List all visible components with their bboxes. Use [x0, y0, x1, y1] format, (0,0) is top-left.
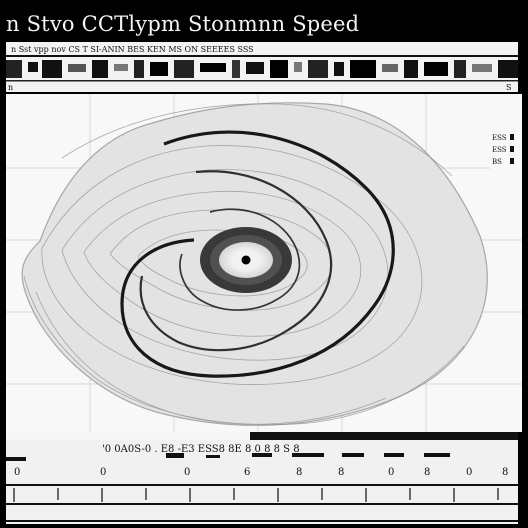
toolbar-right-label: S — [506, 83, 511, 92]
scale-label-4: 6 — [244, 467, 250, 478]
side-item-3: BS — [492, 158, 502, 166]
scale-label-6: 8 — [338, 467, 344, 478]
bottom-scale-panel: '0 0A0S-0 . E8 -E3 ESS8 8E 8 0 8 8 S 8 0… — [6, 432, 518, 524]
side-data-panel[interactable]: ESS ESS BS — [490, 130, 522, 180]
scale-label-2: 0 — [100, 467, 106, 478]
scale-label-8: 8 — [424, 467, 430, 478]
toolbar-header-text: n Sst vpp nov CS T SI-ANIN BES KEN MS ON… — [11, 45, 254, 54]
toolbar-graphics: n Sst vpp nov CS T SI-ANIN BES KEN MS ON… — [6, 42, 518, 92]
side-item-2: ESS — [492, 146, 507, 154]
side-panel-graphics: ESS ESS BS — [490, 130, 522, 180]
scale-label-1: 0 — [14, 467, 20, 478]
bottom-scale-graphics: '0 0A0S-0 . E8 -E3 ESS8 8E 8 0 8 8 S 8 0… — [6, 432, 518, 524]
app-window: n Stvo CCTlypm Stonmnn Speed n Sst vpp n… — [0, 0, 528, 528]
side-item-1: ESS — [492, 134, 507, 142]
window-title: n Stvo CCTlypm Stonmnn Speed — [6, 12, 360, 36]
top-toolbar: n Sst vpp nov CS T SI-ANIN BES KEN MS ON… — [6, 42, 518, 92]
scale-label-9: 0 — [466, 467, 472, 478]
cyclone-visualization — [6, 94, 522, 432]
cyclone-eye — [200, 227, 292, 293]
scale-label-5: 8 — [296, 467, 302, 478]
scale-label-3: 0 — [184, 467, 190, 478]
cyclone-canvas[interactable]: ESS ESS BS — [6, 94, 522, 432]
toolbar-left-label: n — [8, 83, 13, 92]
scale-label-7: 0 — [388, 467, 394, 478]
scale-label-10: 8 — [502, 467, 508, 478]
